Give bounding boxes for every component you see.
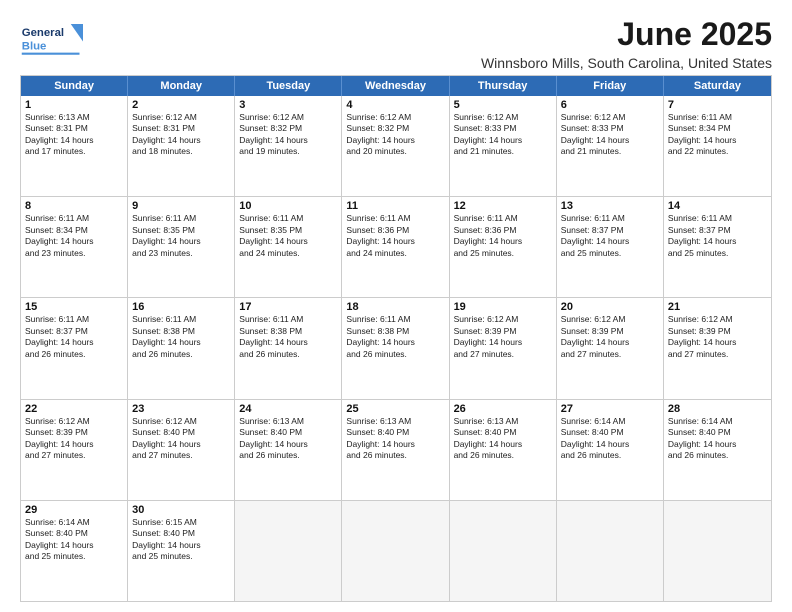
calendar: Sunday Monday Tuesday Wednesday Thursday… bbox=[20, 75, 772, 602]
main-title: June 2025 bbox=[481, 16, 772, 53]
table-row: 17Sunrise: 6:11 AMSunset: 8:38 PMDayligh… bbox=[235, 298, 342, 398]
col-wednesday: Wednesday bbox=[342, 76, 449, 96]
table-row: 23Sunrise: 6:12 AMSunset: 8:40 PMDayligh… bbox=[128, 400, 235, 500]
table-row: 4Sunrise: 6:12 AMSunset: 8:32 PMDaylight… bbox=[342, 96, 449, 196]
table-row: 30Sunrise: 6:15 AMSunset: 8:40 PMDayligh… bbox=[128, 501, 235, 601]
table-row: 1Sunrise: 6:13 AMSunset: 8:31 PMDaylight… bbox=[21, 96, 128, 196]
svg-text:Blue: Blue bbox=[22, 40, 47, 52]
table-row: 28Sunrise: 6:14 AMSunset: 8:40 PMDayligh… bbox=[664, 400, 771, 500]
table-row: 27Sunrise: 6:14 AMSunset: 8:40 PMDayligh… bbox=[557, 400, 664, 500]
calendar-row-2: 8Sunrise: 6:11 AMSunset: 8:34 PMDaylight… bbox=[21, 197, 771, 298]
table-row: 16Sunrise: 6:11 AMSunset: 8:38 PMDayligh… bbox=[128, 298, 235, 398]
col-friday: Friday bbox=[557, 76, 664, 96]
col-monday: Monday bbox=[128, 76, 235, 96]
page: General Blue June 2025 Winnsboro Mills, … bbox=[0, 0, 792, 612]
table-row: 2Sunrise: 6:12 AMSunset: 8:31 PMDaylight… bbox=[128, 96, 235, 196]
calendar-row-1: 1Sunrise: 6:13 AMSunset: 8:31 PMDaylight… bbox=[21, 96, 771, 197]
table-row: 11Sunrise: 6:11 AMSunset: 8:36 PMDayligh… bbox=[342, 197, 449, 297]
table-row: 21Sunrise: 6:12 AMSunset: 8:39 PMDayligh… bbox=[664, 298, 771, 398]
col-saturday: Saturday bbox=[664, 76, 771, 96]
calendar-row-3: 15Sunrise: 6:11 AMSunset: 8:37 PMDayligh… bbox=[21, 298, 771, 399]
table-row: 18Sunrise: 6:11 AMSunset: 8:38 PMDayligh… bbox=[342, 298, 449, 398]
calendar-body: 1Sunrise: 6:13 AMSunset: 8:31 PMDaylight… bbox=[21, 96, 771, 601]
table-row: 14Sunrise: 6:11 AMSunset: 8:37 PMDayligh… bbox=[664, 197, 771, 297]
table-row: 3Sunrise: 6:12 AMSunset: 8:32 PMDaylight… bbox=[235, 96, 342, 196]
table-row: 20Sunrise: 6:12 AMSunset: 8:39 PMDayligh… bbox=[557, 298, 664, 398]
table-row: 25Sunrise: 6:13 AMSunset: 8:40 PMDayligh… bbox=[342, 400, 449, 500]
table-row: 13Sunrise: 6:11 AMSunset: 8:37 PMDayligh… bbox=[557, 197, 664, 297]
col-sunday: Sunday bbox=[21, 76, 128, 96]
calendar-header: Sunday Monday Tuesday Wednesday Thursday… bbox=[21, 76, 771, 96]
calendar-row-4: 22Sunrise: 6:12 AMSunset: 8:39 PMDayligh… bbox=[21, 400, 771, 501]
table-row: 8Sunrise: 6:11 AMSunset: 8:34 PMDaylight… bbox=[21, 197, 128, 297]
table-row: 22Sunrise: 6:12 AMSunset: 8:39 PMDayligh… bbox=[21, 400, 128, 500]
col-tuesday: Tuesday bbox=[235, 76, 342, 96]
calendar-row-5: 29Sunrise: 6:14 AMSunset: 8:40 PMDayligh… bbox=[21, 501, 771, 601]
table-row bbox=[557, 501, 664, 601]
table-row: 6Sunrise: 6:12 AMSunset: 8:33 PMDaylight… bbox=[557, 96, 664, 196]
table-row bbox=[664, 501, 771, 601]
table-row: 9Sunrise: 6:11 AMSunset: 8:35 PMDaylight… bbox=[128, 197, 235, 297]
subtitle: Winnsboro Mills, South Carolina, United … bbox=[481, 55, 772, 71]
header: General Blue June 2025 Winnsboro Mills, … bbox=[20, 16, 772, 71]
title-block: June 2025 Winnsboro Mills, South Carolin… bbox=[481, 16, 772, 71]
table-row: 26Sunrise: 6:13 AMSunset: 8:40 PMDayligh… bbox=[450, 400, 557, 500]
table-row: 24Sunrise: 6:13 AMSunset: 8:40 PMDayligh… bbox=[235, 400, 342, 500]
col-thursday: Thursday bbox=[450, 76, 557, 96]
table-row bbox=[235, 501, 342, 601]
table-row: 29Sunrise: 6:14 AMSunset: 8:40 PMDayligh… bbox=[21, 501, 128, 601]
logo-svg: General Blue bbox=[20, 16, 90, 66]
table-row bbox=[342, 501, 449, 601]
table-row: 7Sunrise: 6:11 AMSunset: 8:34 PMDaylight… bbox=[664, 96, 771, 196]
svg-text:General: General bbox=[22, 27, 64, 39]
logo: General Blue bbox=[20, 16, 90, 66]
table-row: 19Sunrise: 6:12 AMSunset: 8:39 PMDayligh… bbox=[450, 298, 557, 398]
table-row: 15Sunrise: 6:11 AMSunset: 8:37 PMDayligh… bbox=[21, 298, 128, 398]
table-row: 10Sunrise: 6:11 AMSunset: 8:35 PMDayligh… bbox=[235, 197, 342, 297]
table-row: 12Sunrise: 6:11 AMSunset: 8:36 PMDayligh… bbox=[450, 197, 557, 297]
table-row: 5Sunrise: 6:12 AMSunset: 8:33 PMDaylight… bbox=[450, 96, 557, 196]
table-row bbox=[450, 501, 557, 601]
